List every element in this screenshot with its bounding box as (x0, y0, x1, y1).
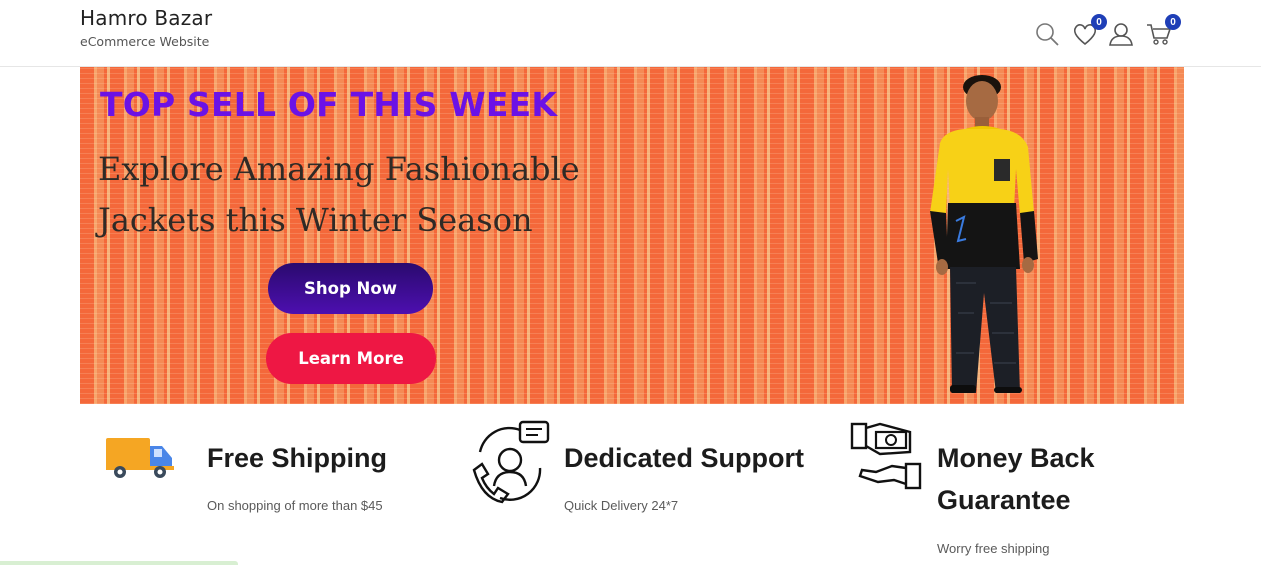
site-header: Hamro Bazar eCommerce Website 0 0 (0, 0, 1261, 67)
learn-more-button[interactable]: Learn More (266, 333, 436, 384)
hero-banner: TOP SELL OF THIS WEEK Explore Amazing Fa… (80, 67, 1184, 404)
wishlist-count-badge: 0 (1091, 14, 1107, 30)
brand-subtitle: eCommerce Website (80, 34, 210, 49)
support-agent-icon (472, 420, 550, 504)
feature-title-line-2: Guarantee (937, 485, 1071, 515)
user-icon[interactable] (1107, 20, 1135, 48)
feature-title: Money Back Guarantee (937, 437, 1095, 521)
brand[interactable]: Hamro Bazar eCommerce Website (80, 6, 212, 49)
feature-title-line-1: Money Back (937, 443, 1095, 473)
feature-description: Quick Delivery 24*7 (564, 498, 679, 513)
banner-headline: Explore Amazing Fashionable Jackets this… (98, 144, 658, 246)
banner-kicker: TOP SELL OF THIS WEEK (100, 85, 558, 124)
feature-title: Free Shipping (207, 443, 388, 473)
headline-line-2: Jackets this Winter Season (98, 201, 533, 239)
delivery-truck-icon (106, 438, 174, 478)
search-icon[interactable] (1033, 20, 1061, 48)
money-back-icon (850, 422, 922, 490)
cart-button[interactable]: 0 (1145, 14, 1181, 48)
feature-title: Dedicated Support (564, 443, 805, 473)
model-in-jacket-image (930, 75, 1038, 393)
wishlist-button[interactable]: 0 (1071, 14, 1107, 48)
shop-now-button[interactable]: Shop Now (268, 263, 433, 314)
headline-line-1: Explore Amazing Fashionable (98, 150, 580, 188)
cart-count-badge: 0 (1165, 14, 1181, 30)
brand-title[interactable]: Hamro Bazar (80, 6, 212, 30)
feature-description: Worry free shipping (937, 541, 1050, 556)
feature-description: On shopping of more than $45 (207, 498, 383, 513)
page-load-progress-bar (0, 561, 238, 565)
